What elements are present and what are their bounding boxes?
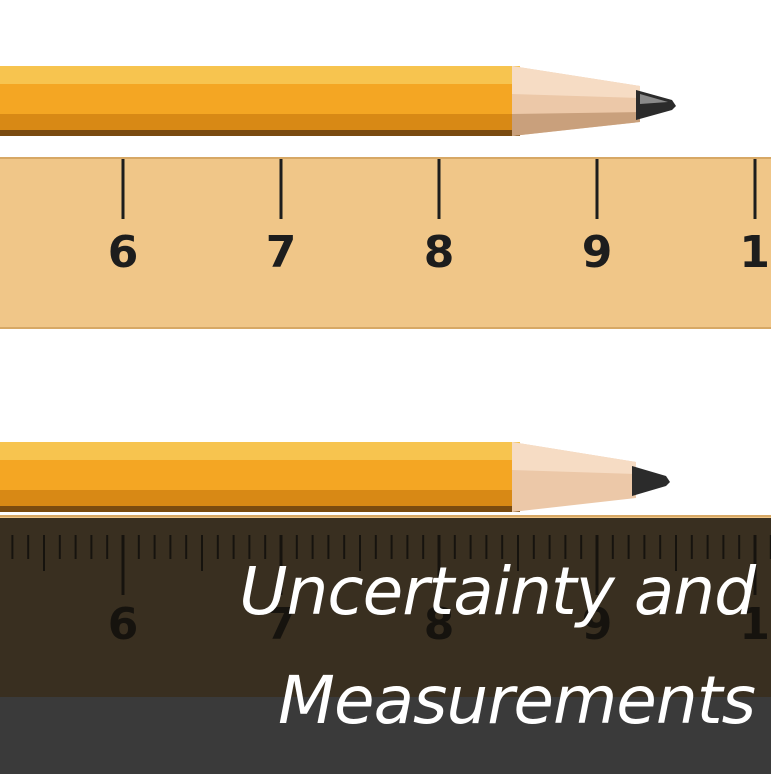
- ruler-top: 6 7 8 9 10: [0, 157, 771, 329]
- ruler-top-label-10: 10: [739, 227, 771, 278]
- ruler-top-label-7: 7: [265, 227, 297, 278]
- pencil-top-image: [0, 66, 676, 136]
- ruler-top-label-6: 6: [107, 227, 139, 278]
- title-line-1: Uncertainty and: [239, 553, 756, 630]
- ruler-top-label-9: 9: [581, 227, 613, 278]
- title-line-2: Measurements: [278, 662, 756, 739]
- ruler-top-label-8: 8: [423, 227, 455, 278]
- pencil-bottom-image: [0, 442, 670, 512]
